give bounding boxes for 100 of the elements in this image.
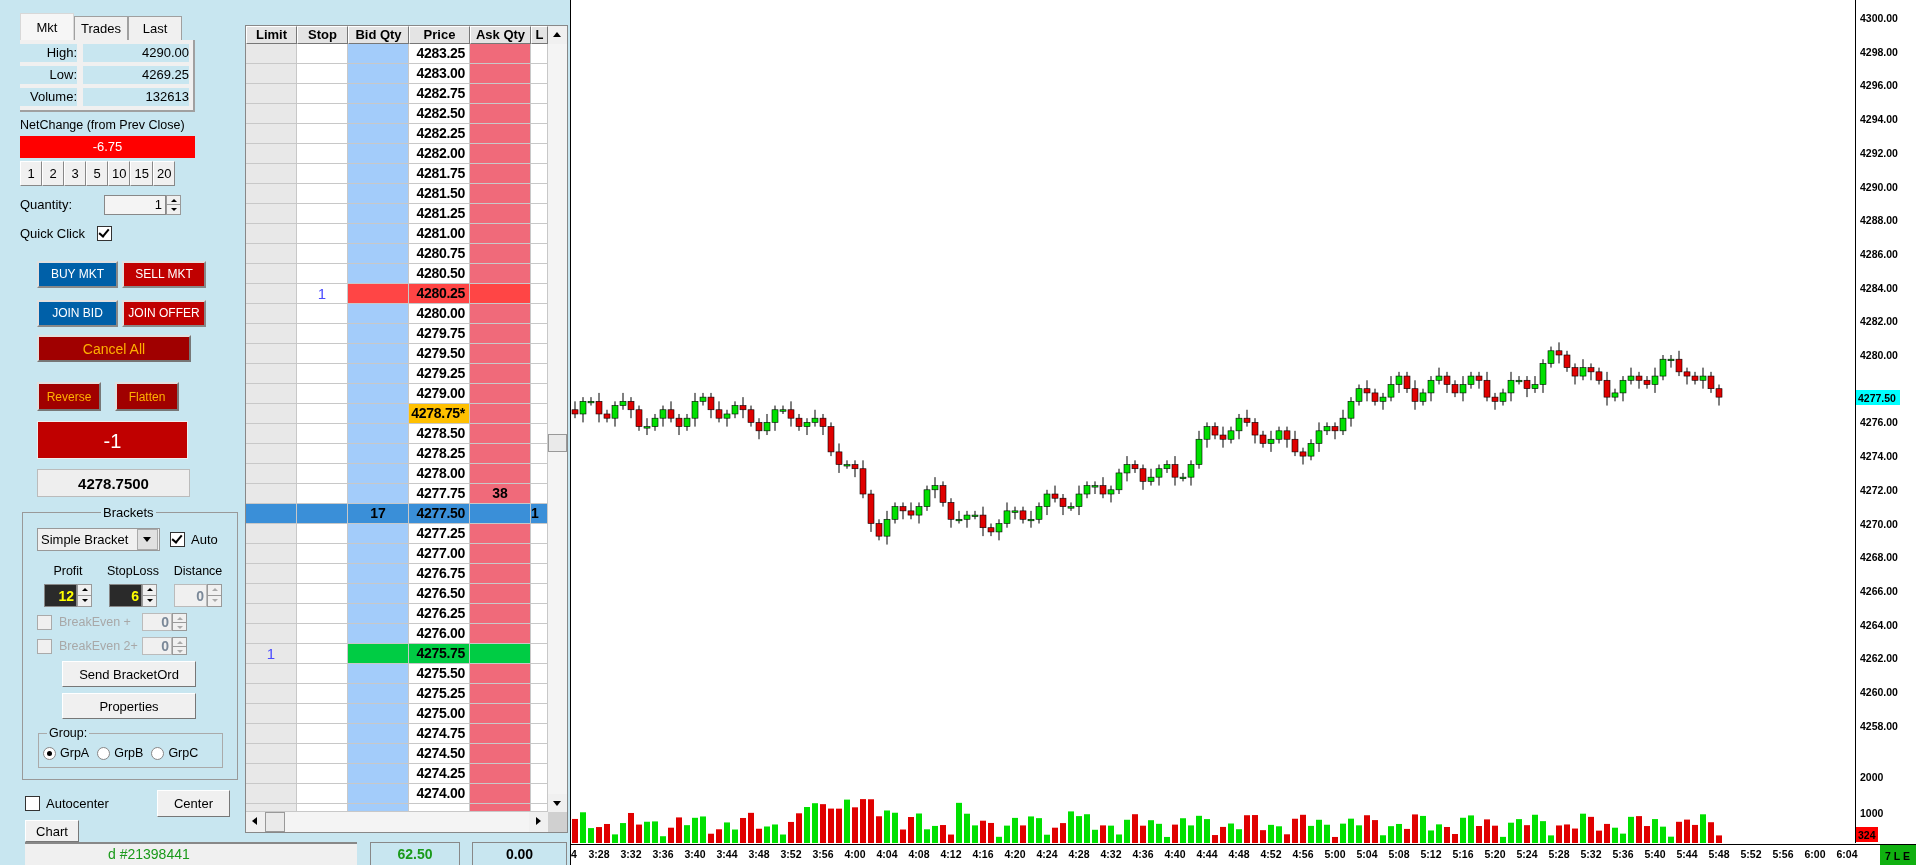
bid-qty-cell[interactable] <box>348 104 409 124</box>
limit-cell[interactable] <box>246 804 297 812</box>
limit-cell[interactable] <box>246 384 297 404</box>
ask-qty-cell[interactable] <box>470 464 531 484</box>
quantity-preset-button[interactable]: 1 <box>20 161 42 186</box>
last-qty-cell[interactable] <box>531 404 548 424</box>
position-action-button[interactable]: Reverse <box>37 382 101 412</box>
price-cell[interactable]: 4275.50 <box>409 664 470 684</box>
price-cell[interactable]: 4276.00 <box>409 624 470 644</box>
ask-qty-cell[interactable] <box>470 604 531 624</box>
order-button[interactable]: BUY MKT <box>37 260 118 288</box>
bid-qty-cell[interactable] <box>348 604 409 624</box>
stop-cell[interactable] <box>297 744 348 764</box>
ask-qty-cell[interactable] <box>470 244 531 264</box>
stop-cell[interactable] <box>297 584 348 604</box>
last-qty-cell[interactable] <box>531 324 548 344</box>
last-qty-cell[interactable] <box>531 104 548 124</box>
limit-cell[interactable] <box>246 524 297 544</box>
ask-qty-cell[interactable] <box>470 724 531 744</box>
price-cell[interactable]: 4283.25 <box>409 44 470 64</box>
bid-qty-cell[interactable] <box>348 544 409 564</box>
bid-qty-cell[interactable] <box>348 444 409 464</box>
bid-qty-cell[interactable] <box>348 764 409 784</box>
limit-cell[interactable] <box>246 584 297 604</box>
quantity-preset-button[interactable]: 10 <box>108 161 131 186</box>
last-qty-cell[interactable] <box>531 264 548 284</box>
bid-qty-cell[interactable] <box>348 564 409 584</box>
ask-qty-cell[interactable] <box>470 44 531 64</box>
price-cell[interactable]: 4276.75 <box>409 564 470 584</box>
stop-cell[interactable] <box>297 164 348 184</box>
ask-qty-cell[interactable] <box>470 364 531 384</box>
limit-cell[interactable] <box>246 64 297 84</box>
bid-qty-cell[interactable] <box>348 584 409 604</box>
price-cell[interactable]: 4277.25 <box>409 524 470 544</box>
stop-cell[interactable] <box>297 764 348 784</box>
price-cell[interactable]: 4277.50 <box>409 504 470 524</box>
limit-cell[interactable] <box>246 664 297 684</box>
ask-qty-cell[interactable] <box>470 624 531 644</box>
stop-cell[interactable] <box>297 44 348 64</box>
spinner-icon[interactable] <box>166 194 182 215</box>
radio-button[interactable] <box>151 746 165 760</box>
stop-cell[interactable] <box>297 644 348 664</box>
stop-cell[interactable] <box>297 664 348 684</box>
price-cell[interactable]: 4281.25 <box>409 204 470 224</box>
price-cell[interactable]: 4278.00 <box>409 464 470 484</box>
stop-cell[interactable] <box>297 564 348 584</box>
limit-cell[interactable] <box>246 84 297 104</box>
spinner-icon[interactable] <box>77 584 92 608</box>
bid-qty-cell[interactable] <box>348 784 409 804</box>
price-cell[interactable]: 4275.00 <box>409 704 470 724</box>
price-cell[interactable]: 4275.25 <box>409 684 470 704</box>
last-qty-cell[interactable] <box>531 464 548 484</box>
number-field[interactable]: 6 <box>109 584 142 608</box>
stop-cell[interactable]: 1 <box>297 284 348 304</box>
last-qty-cell[interactable] <box>531 724 548 744</box>
ask-qty-cell[interactable] <box>470 64 531 84</box>
limit-cell[interactable] <box>246 364 297 384</box>
stop-cell[interactable] <box>297 444 348 464</box>
ask-qty-cell[interactable] <box>470 404 531 424</box>
bid-qty-cell[interactable] <box>348 304 409 324</box>
last-qty-cell[interactable] <box>531 44 548 64</box>
last-qty-cell[interactable] <box>531 204 548 224</box>
ask-qty-cell[interactable]: 38 <box>470 484 531 504</box>
last-qty-cell[interactable] <box>531 424 548 444</box>
limit-cell[interactable] <box>246 124 297 144</box>
stop-cell[interactable] <box>297 624 348 644</box>
price-cell[interactable]: 4281.50 <box>409 184 470 204</box>
bid-qty-cell[interactable] <box>348 44 409 64</box>
stop-cell[interactable] <box>297 484 348 504</box>
stop-cell[interactable] <box>297 604 348 624</box>
ask-qty-cell[interactable] <box>470 124 531 144</box>
bid-qty-cell[interactable] <box>348 64 409 84</box>
ask-qty-cell[interactable] <box>470 284 531 304</box>
limit-cell[interactable] <box>246 724 297 744</box>
last-qty-cell[interactable] <box>531 524 548 544</box>
bid-qty-cell[interactable] <box>348 264 409 284</box>
bracket-type-dropdown[interactable]: Simple Bracket <box>37 528 160 552</box>
last-qty-cell[interactable] <box>531 484 548 504</box>
price-cell[interactable]: 4281.00 <box>409 224 470 244</box>
last-qty-cell[interactable] <box>531 584 548 604</box>
checkbox[interactable] <box>25 796 40 812</box>
stop-cell[interactable] <box>297 464 348 484</box>
price-cell[interactable]: 4282.00 <box>409 144 470 164</box>
last-qty-cell[interactable] <box>531 164 548 184</box>
price-cell[interactable]: 4279.75 <box>409 324 470 344</box>
ask-qty-cell[interactable] <box>470 204 531 224</box>
price-cell[interactable]: 4274.25 <box>409 764 470 784</box>
column-header[interactable]: Price <box>409 26 470 44</box>
limit-cell[interactable] <box>246 704 297 724</box>
bid-qty-cell[interactable] <box>348 424 409 444</box>
stop-cell[interactable] <box>297 304 348 324</box>
stop-cell[interactable] <box>297 804 348 812</box>
limit-cell[interactable] <box>246 744 297 764</box>
number-field[interactable]: 12 <box>44 584 77 608</box>
ask-qty-cell[interactable] <box>470 584 531 604</box>
ask-qty-cell[interactable] <box>470 544 531 564</box>
bid-qty-cell[interactable] <box>348 644 409 664</box>
price-cell[interactable]: 4274.00 <box>409 784 470 804</box>
limit-cell[interactable] <box>246 284 297 304</box>
quantity-preset-button[interactable]: 5 <box>86 161 108 186</box>
